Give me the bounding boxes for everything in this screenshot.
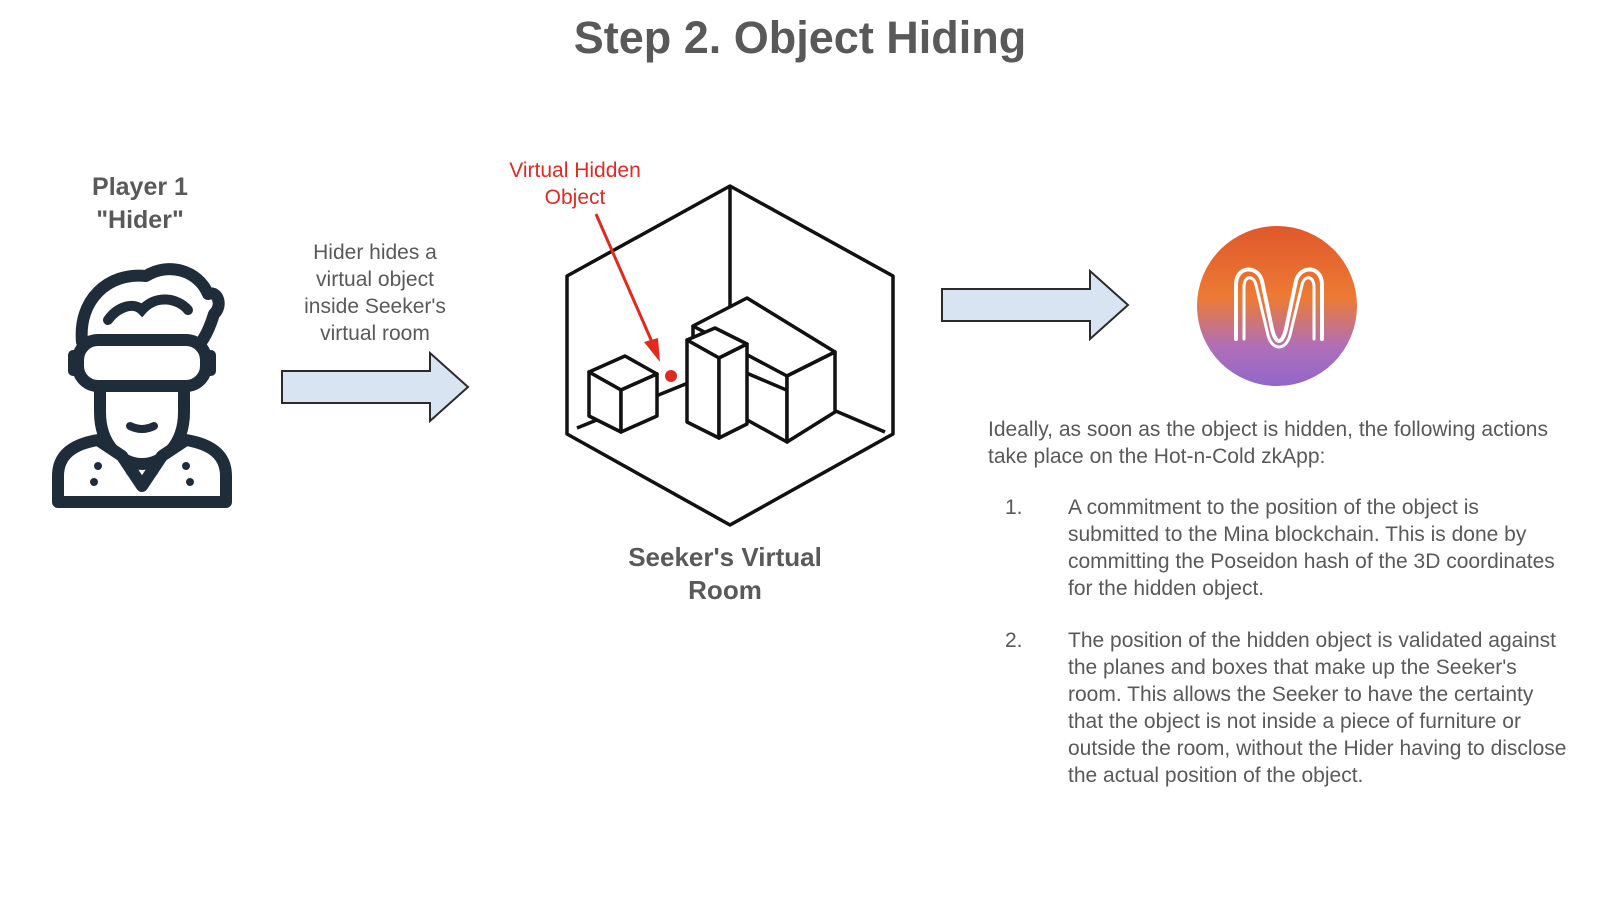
player-title-line-1: Player 1 [92,173,188,201]
step-caption-line-3: inside Seeker's [304,295,446,318]
page-title: Step 2. Object Hiding [573,12,1027,63]
list-item-text: The position of the hidden object is val… [1068,629,1567,787]
room-caption-line-2: Room [688,575,762,605]
player-title: Player 1 "Hider" [60,171,220,237]
room-caption: Seeker's Virtual Room [600,541,850,607]
right-arrow-icon [281,351,470,423]
right-arrow-icon [941,269,1130,341]
list-item-number: 1. [1005,496,1023,519]
step-caption: Hider hides a virtual object inside Seek… [260,239,490,347]
step-caption-line-2: virtual object [316,268,434,291]
step-caption-line-4: virtual room [320,322,430,345]
step-caption-line-1: Hider hides a [313,241,437,264]
intro-text: Ideally, as soon as the object is hidden… [988,418,1548,468]
vr-headset-user-icon [52,263,232,508]
list-item-text: A commitment to the position of the obje… [1068,496,1555,600]
room-caption-line-1: Seeker's Virtual [628,542,822,572]
player-title-line-2: "Hider" [96,206,184,234]
mina-logo-icon [1197,226,1357,386]
pointer-arrow-icon [594,213,660,362]
list-item-number: 2. [1005,629,1023,652]
